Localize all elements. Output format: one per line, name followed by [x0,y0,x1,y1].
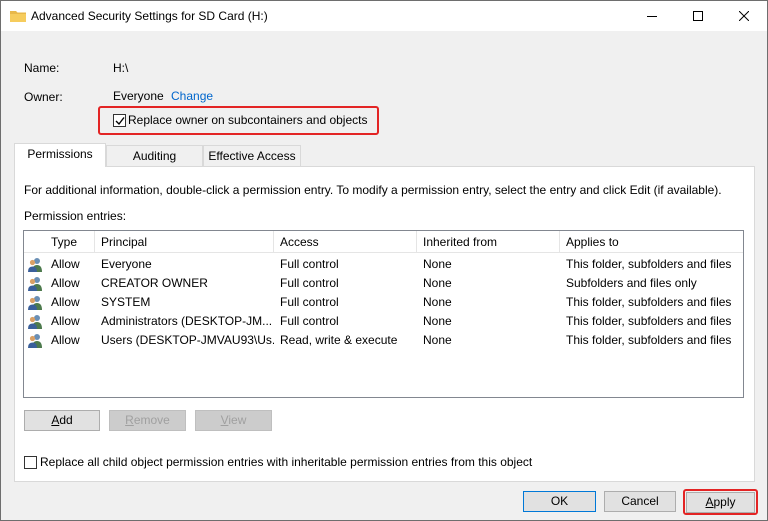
cell-type: Allow [51,257,80,271]
cell-inherited-from: None [423,333,452,347]
cell-inherited-from: None [423,257,452,271]
name-label: Name: [24,61,60,75]
title-bar[interactable]: Advanced Security Settings for SD Card (… [1,1,767,31]
add-button[interactable]: Add [24,410,100,431]
replace-child-permissions-checkbox[interactable] [24,456,37,469]
table-row[interactable]: Allow SYSTEM Full control None This fold… [24,293,743,312]
close-button[interactable] [721,1,767,31]
cell-applies-to: This folder, subfolders and files [566,257,732,271]
list-header: Type Principal Access Inherited from App… [24,231,743,253]
column-header-inherited-from[interactable]: Inherited from [417,231,560,253]
users-icon [28,277,42,291]
tab-permissions[interactable]: Permissions [14,143,106,167]
cell-type: Allow [51,276,80,290]
column-header-access[interactable]: Access [274,231,417,253]
table-row[interactable]: Allow Administrators (DESKTOP-JM... Full… [24,312,743,331]
tab-effective-access[interactable]: Effective Access [203,145,301,167]
table-row[interactable]: Allow Everyone Full control None This fo… [24,255,743,274]
cell-inherited-from: None [423,276,452,290]
cell-principal: Administrators (DESKTOP-JM... [101,314,273,328]
users-icon [28,315,42,329]
table-row[interactable]: Allow Users (DESKTOP-JMVAU93\Us... Read,… [24,331,743,350]
cell-access: Full control [280,276,339,290]
column-header-type[interactable]: Type [45,231,95,253]
view-button[interactable]: View [195,410,272,431]
security-settings-window: Advanced Security Settings for SD Card (… [0,0,768,521]
cell-access: Full control [280,295,339,309]
cell-applies-to: This folder, subfolders and files [566,295,732,309]
cell-inherited-from: None [423,314,452,328]
cell-principal: CREATOR OWNER [101,276,208,290]
cancel-button[interactable]: Cancel [604,491,676,512]
tab-auditing[interactable]: Auditing [106,145,203,167]
cell-access: Full control [280,314,339,328]
cell-applies-to: This folder, subfolders and files [566,333,732,347]
maximize-icon [693,11,703,21]
column-header-applies-to[interactable]: Applies to [560,231,743,253]
cell-type: Allow [51,295,80,309]
minimize-button[interactable] [629,1,675,31]
permissions-info-text: For additional information, double-click… [24,183,722,197]
minimize-icon [647,16,657,17]
cell-access: Full control [280,257,339,271]
folder-icon [10,11,26,22]
users-icon [28,258,42,272]
cell-access: Read, write & execute [280,333,398,347]
cell-type: Allow [51,333,80,347]
column-header-principal[interactable]: Principal [95,231,274,253]
checkmark-icon [115,117,125,126]
permission-entries-label: Permission entries: [24,209,127,223]
cell-applies-to: Subfolders and files only [566,276,697,290]
ok-button[interactable]: OK [523,491,596,512]
users-icon [28,296,42,310]
replace-owner-label[interactable]: Replace owner on subcontainers and objec… [128,113,367,127]
users-icon [28,334,42,348]
permission-entries-list[interactable]: Type Principal Access Inherited from App… [23,230,744,398]
remove-button[interactable]: Remove [109,410,186,431]
name-value: H:\ [113,61,129,75]
owner-label: Owner: [24,90,63,104]
maximize-button[interactable] [675,1,721,31]
owner-value: Everyone [113,89,164,103]
replace-child-permissions-label[interactable]: Replace all child object permission entr… [40,455,532,469]
cell-principal: Users (DESKTOP-JMVAU93\Us... [101,333,274,347]
cell-principal: Everyone [101,257,152,271]
cell-applies-to: This folder, subfolders and files [566,314,732,328]
table-row[interactable]: Allow CREATOR OWNER Full control None Su… [24,274,743,293]
close-icon [739,11,749,21]
replace-owner-checkbox[interactable] [113,114,126,127]
cell-principal: SYSTEM [101,295,151,309]
window-title: Advanced Security Settings for SD Card (… [31,9,268,23]
change-owner-link[interactable]: Change [171,89,213,103]
cell-inherited-from: None [423,295,452,309]
cell-type: Allow [51,314,80,328]
apply-button[interactable]: Apply [686,492,755,513]
